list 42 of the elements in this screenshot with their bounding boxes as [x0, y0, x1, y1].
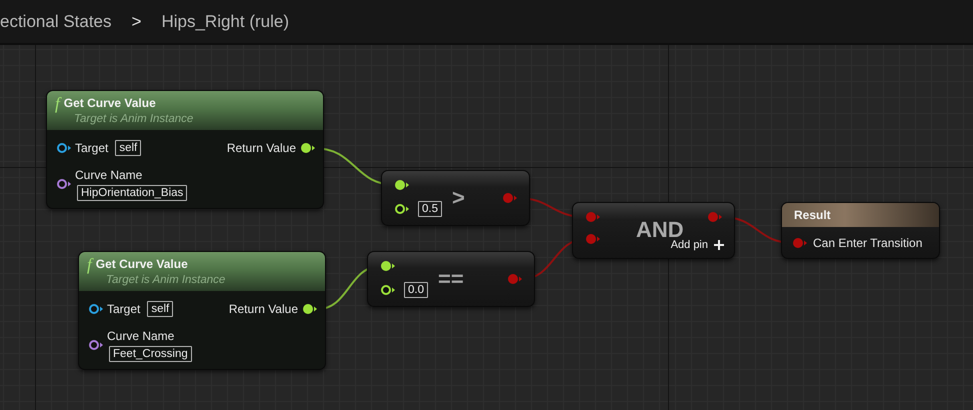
graph-node[interactable]: f Get Curve Value Target is Anim Instance Target self Curve Name Feet_Crossing Return Value	[78, 251, 326, 370]
pin-icon[interactable]	[56, 142, 71, 154]
graph-node[interactable]: 0.0 ==	[367, 251, 535, 307]
pin-label: Can Enter Transition	[813, 235, 922, 252]
function-icon: f	[55, 94, 60, 112]
graph-node[interactable]: Result Can Enter Transition	[781, 202, 940, 259]
node-title: Get Curve Value	[96, 256, 188, 273]
breadcrumb-item[interactable]: ectional States	[0, 8, 112, 34]
pin-icon[interactable]	[380, 284, 395, 296]
node-subtitle: Target is Anim Instance	[74, 112, 194, 127]
value-field[interactable]: Feet_Crossing	[109, 346, 192, 362]
pin-label: Target	[75, 140, 108, 158]
value-field[interactable]: HipOrientation_Bias	[77, 185, 188, 202]
pin-icon[interactable]	[394, 179, 409, 191]
graph-node[interactable]: AND Add pin	[572, 202, 735, 259]
graph-node[interactable]: 0.5 >	[381, 170, 530, 226]
pin-icon[interactable]	[302, 303, 317, 316]
pin-label: Return Value	[226, 140, 296, 158]
pin-label: Curve Name	[107, 328, 176, 346]
pin-label: Target	[107, 301, 140, 318]
breadcrumb-separator: >	[132, 10, 142, 33]
pin-icon[interactable]	[56, 178, 71, 190]
value-field[interactable]: 0.0	[404, 282, 428, 298]
pin-icon[interactable]	[88, 303, 103, 316]
value-field[interactable]: self	[115, 140, 142, 156]
node-title: Get Curve Value	[64, 95, 156, 112]
node-title: Result	[794, 208, 831, 222]
pin-icon[interactable]	[300, 142, 315, 154]
function-icon: f	[87, 256, 92, 272]
value-field[interactable]: 0.5	[418, 201, 442, 217]
breadcrumb-item[interactable]: Hips_Right (rule)	[161, 8, 289, 34]
pin-icon[interactable]	[88, 338, 103, 351]
pin-label: Curve Name	[75, 167, 144, 184]
pin-icon[interactable]	[380, 260, 395, 272]
plus-icon	[714, 240, 724, 250]
node-subtitle: Target is Anim Instance	[106, 273, 226, 288]
graph-node[interactable]: f Get Curve Value Target is Anim Instance Target self Curve Name HipOrientation_Bias Return Value	[46, 90, 324, 209]
operator-symbol: >	[452, 187, 465, 209]
operator-symbol: ==	[438, 268, 464, 290]
pin-icon[interactable]	[394, 203, 409, 215]
value-field[interactable]: self	[147, 301, 174, 318]
pin-label: Return Value	[228, 301, 298, 318]
